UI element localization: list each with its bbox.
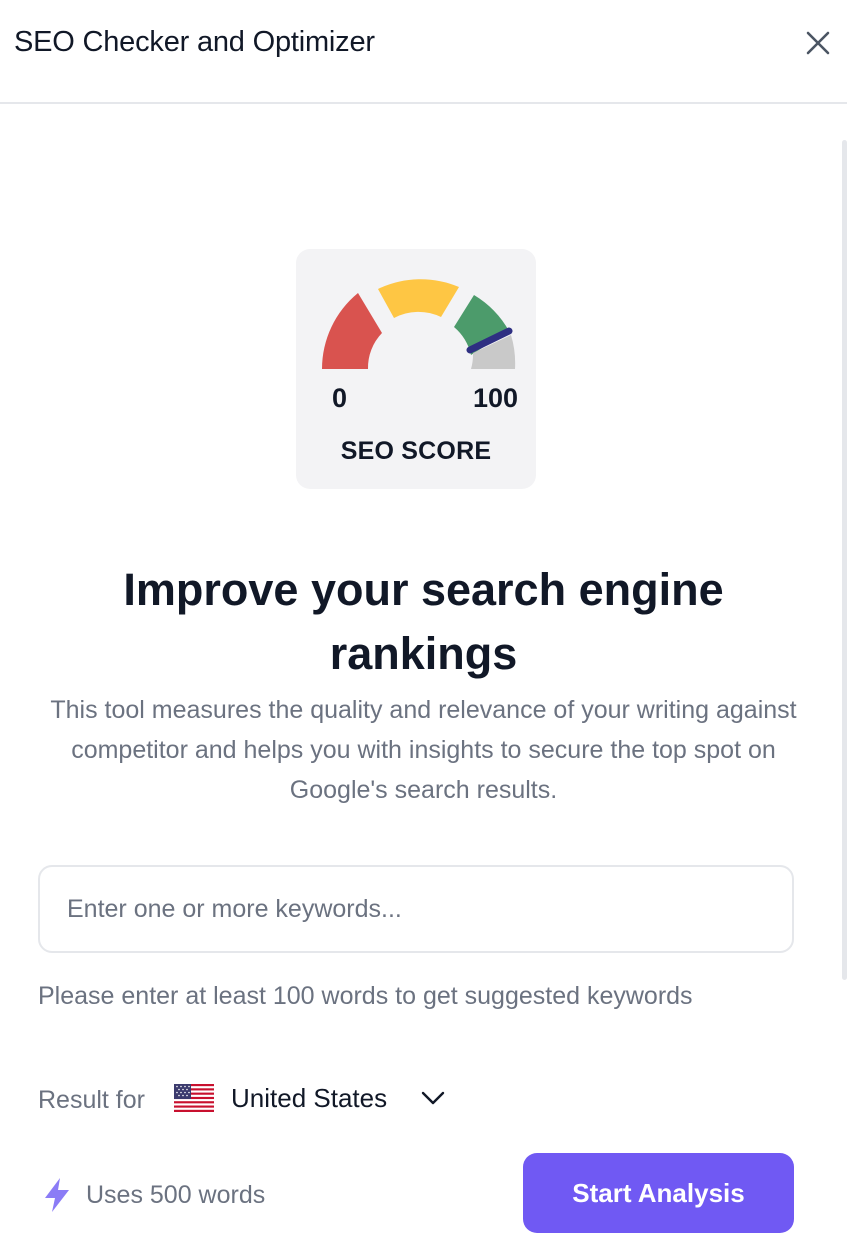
word-usage-info: Uses 500 words: [42, 1174, 265, 1216]
gauge-segment-red: [321, 293, 382, 369]
close-icon: [806, 31, 830, 55]
gauge-max-label: 100: [472, 383, 518, 413]
country-name: United States: [231, 1082, 388, 1113]
lightning-icon: [45, 1178, 69, 1212]
page-headline: Improve your search engine rankings: [123, 564, 724, 679]
keyword-input[interactable]: [38, 865, 794, 953]
start-analysis-button[interactable]: Start Analysis: [523, 1153, 794, 1233]
chevron-down-icon: [421, 1091, 445, 1105]
scrollbar[interactable]: [842, 140, 847, 980]
gauge-min-label: 0: [332, 383, 348, 413]
gauge-segment-yellow: [378, 279, 459, 318]
seo-score-gauge: 0 100 SEO SCORE: [296, 249, 536, 489]
panel-header: SEO Checker and Optimizer: [0, 0, 847, 104]
panel-title: SEO Checker and Optimizer: [14, 26, 375, 58]
keyword-hint: Please enter at least 100 words to get s…: [38, 982, 693, 1010]
country-select[interactable]: United States: [174, 1076, 445, 1120]
page-description: This tool measures the quality and relev…: [50, 696, 797, 804]
result-for-label: Result for: [38, 1086, 145, 1114]
close-button[interactable]: [803, 28, 833, 58]
word-usage-text: Uses 500 words: [86, 1180, 266, 1209]
gauge-title: SEO SCORE: [340, 437, 492, 465]
us-flag-icon: [174, 1084, 214, 1112]
